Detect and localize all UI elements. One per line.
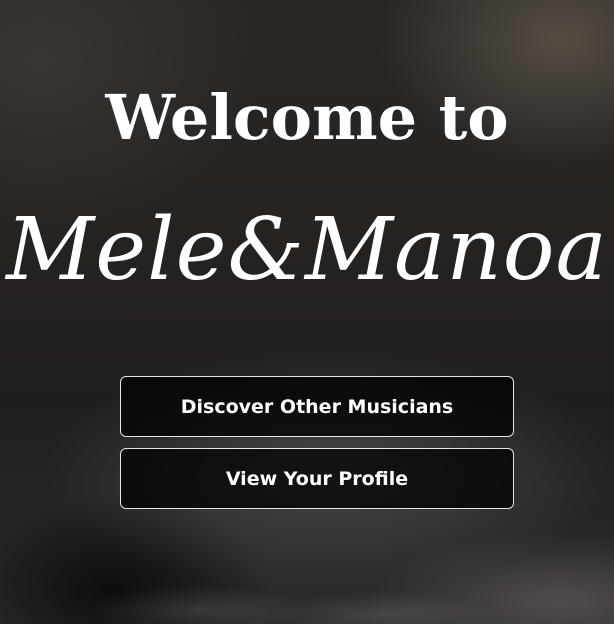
landing-hero: Welcome to Mele&Manoa Discover Other Mus… [0, 0, 614, 624]
discover-musicians-button[interactable]: Discover Other Musicians [120, 376, 514, 437]
welcome-heading: Welcome to [105, 81, 509, 154]
brand-logo: Mele&Manoa [6, 200, 608, 300]
view-profile-button[interactable]: View Your Profile [120, 448, 514, 509]
